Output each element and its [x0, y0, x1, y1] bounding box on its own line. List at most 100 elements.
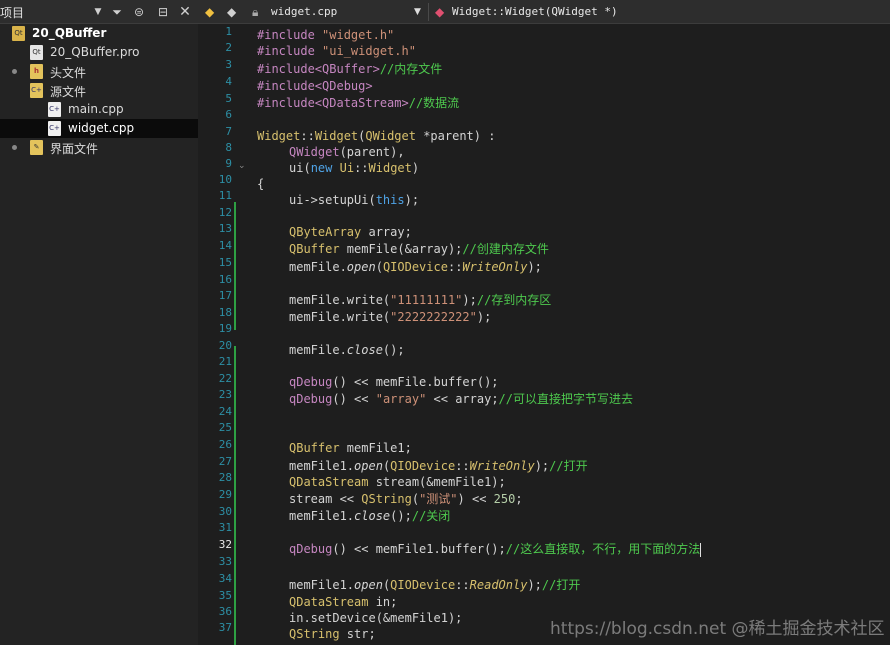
tree-item-forms[interactable]: ✎ 界面文件 — [0, 138, 198, 157]
line-number: 6 — [225, 108, 232, 121]
tree-item-project[interactable]: Qt 20_QBuffer — [0, 24, 198, 43]
line-number: 11 — [218, 189, 232, 202]
split-icon[interactable]: ⊟ — [155, 4, 171, 20]
editor-toolbar: ◆ ◆ 🔒︎ widget.cpp ▼ ◆ Widget::Widget(QWi… — [198, 0, 890, 24]
code-line: memFile1.close();//关闭 — [289, 509, 451, 523]
tree-item-label: 头文件 — [50, 66, 87, 80]
code-line: memFile.close(); — [289, 343, 405, 357]
line-number: 36 — [218, 605, 232, 618]
tree-item-pro-file[interactable]: Qt 20_QBuffer.pro — [0, 43, 198, 62]
line-number: 20 — [218, 339, 232, 352]
code-line: Widget::Widget(QWidget *parent) : — [257, 129, 496, 143]
line-number: 30 — [218, 505, 232, 518]
file-name[interactable]: widget.cpp — [271, 5, 337, 18]
code-line: qDebug() << "array" << array;//可以直接把字节写进… — [289, 392, 633, 406]
tree-item-label: 20_QBuffer — [32, 26, 107, 40]
code-line: QByteArray array; — [289, 225, 412, 239]
tree-item-main-cpp[interactable]: C+ main.cpp — [0, 100, 198, 119]
cpp-file-icon: C+ — [48, 121, 61, 136]
code-line: QDataStream in; — [289, 595, 398, 609]
cpp-file-icon: C+ — [48, 102, 61, 117]
line-number: 17 — [218, 289, 232, 302]
filter-icon[interactable]: ⏷ — [109, 4, 125, 20]
function-symbol-icon: ◆ — [435, 5, 445, 19]
line-number: 7 — [225, 125, 232, 138]
project-icon: Qt — [12, 26, 25, 41]
tree-item-label: 源文件 — [50, 85, 87, 99]
modified-lines-marker — [234, 202, 236, 330]
code-line: memFile1.open(QIODevice::WriteOnly);//打开 — [289, 459, 588, 473]
line-number: 12 — [218, 206, 232, 219]
line-number: 25 — [218, 421, 232, 434]
back-arrow-icon[interactable]: ◆ — [205, 4, 214, 20]
link-icon[interactable]: ⊜ — [131, 4, 147, 20]
line-number: 9 — [225, 157, 232, 170]
code-line: qDebug() << memFile1.buffer();//这么直接取，不行… — [289, 542, 702, 557]
line-number: 32 — [218, 538, 232, 551]
chevron-down-icon[interactable]: ▼ — [90, 4, 106, 20]
header-folder-icon: h — [30, 64, 43, 79]
tree-item-sources[interactable]: C+ 源文件 — [0, 81, 198, 100]
line-number: 1 — [225, 25, 232, 38]
line-number: 33 — [218, 555, 232, 568]
forward-arrow-icon[interactable]: ◆ — [227, 4, 236, 20]
form-folder-icon: ✎ — [30, 140, 43, 155]
project-panel: 项目 ▼ ⏷ ⊜ ⊟ ✕ Qt 20_QBuffer Qt 20_QBuffer… — [0, 0, 198, 645]
tree-item-headers[interactable]: h 头文件 — [0, 62, 198, 81]
code-line: memFile1.open(QIODevice::ReadOnly);//打开 — [289, 578, 581, 592]
expand-bullet-icon[interactable] — [12, 69, 17, 74]
line-number: 28 — [218, 471, 232, 484]
line-number: 35 — [218, 589, 232, 602]
code-line: in.setDevice(&memFile1); — [289, 611, 463, 625]
line-number: 19 — [218, 322, 232, 335]
code-line: QString str; — [289, 627, 376, 641]
tree-item-label: 20_QBuffer.pro — [50, 45, 140, 59]
fold-margin: ⌄ — [236, 24, 250, 645]
code-line: #include "widget.h" — [257, 28, 395, 42]
toolbar-divider — [428, 3, 429, 21]
fold-chevron-icon[interactable]: ⌄ — [238, 161, 246, 171]
watermark: https://blog.csdn.net @稀土掘金技术社区 — [550, 619, 885, 639]
line-number: 24 — [218, 405, 232, 418]
code-editor[interactable]: #include "widget.h" #include "ui_widget.… — [257, 24, 890, 645]
code-line: memFile.write("11111111");//存到内存区 — [289, 293, 552, 307]
tree-item-label: widget.cpp — [68, 121, 135, 135]
line-number: 18 — [218, 306, 232, 319]
line-number: 22 — [218, 372, 232, 385]
code-line: QWidget(parent), — [289, 145, 405, 159]
project-panel-toolbar: 项目 ▼ ⏷ ⊜ ⊟ ✕ — [0, 0, 198, 24]
line-number: 15 — [218, 256, 232, 269]
code-line: ui(new Ui::Widget) — [289, 161, 420, 175]
code-line: #include<QDebug> — [257, 79, 373, 93]
code-line: QDataStream stream(&memFile1); — [289, 475, 506, 489]
pro-file-icon: Qt — [30, 45, 43, 60]
line-number: 13 — [218, 222, 232, 235]
close-icon[interactable]: ✕ — [177, 4, 193, 20]
line-number: 14 — [218, 239, 232, 252]
line-number: 21 — [218, 355, 232, 368]
line-number: 4 — [225, 75, 232, 88]
code-line: QBuffer memFile1; — [289, 441, 412, 455]
text-cursor — [700, 542, 702, 557]
code-line: #include<QDataStream>//数据流 — [257, 96, 460, 110]
code-line: memFile.open(QIODevice::WriteOnly); — [289, 260, 542, 274]
line-number: 37 — [218, 621, 232, 634]
line-number: 10 — [218, 173, 232, 186]
expand-bullet-icon[interactable] — [12, 145, 17, 150]
line-number: 27 — [218, 455, 232, 468]
code-line: memFile.write("2222222222"); — [289, 310, 492, 324]
tree-item-label: main.cpp — [68, 102, 124, 116]
line-number: 3 — [225, 58, 232, 71]
source-folder-icon: C+ — [30, 83, 43, 98]
tree-item-label: 界面文件 — [50, 142, 99, 156]
line-number: 29 — [218, 488, 232, 501]
line-number: 23 — [218, 388, 232, 401]
symbol-selector[interactable]: Widget::Widget(QWidget *) — [452, 5, 618, 18]
tree-item-widget-cpp[interactable]: C+ widget.cpp — [0, 119, 198, 138]
line-number: 2 — [225, 41, 232, 54]
chevron-down-icon[interactable]: ▼ — [414, 4, 421, 20]
project-panel-title: 项目 — [0, 6, 25, 20]
code-line: { — [257, 177, 265, 191]
line-number: 31 — [218, 521, 232, 534]
line-number: 16 — [218, 273, 232, 286]
